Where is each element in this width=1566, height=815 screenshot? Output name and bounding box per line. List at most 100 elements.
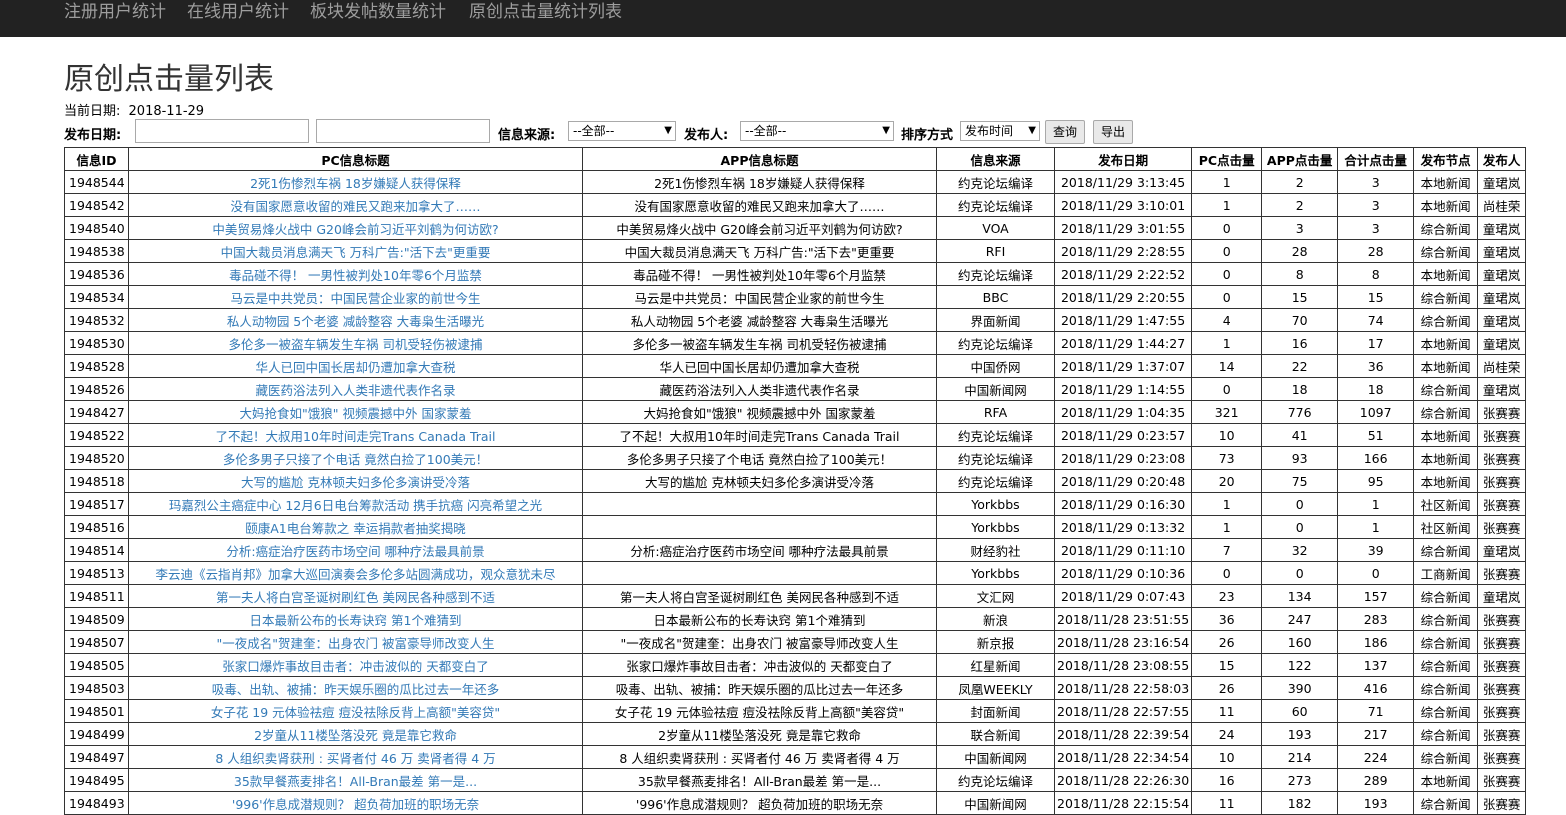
- cell-node: 综合新闻: [1413, 699, 1479, 723]
- cell-pc-title[interactable]: 李云迪《云指肖邦》加拿大巡回演奏会多伦多站圆满成功，观众意犹未尽: [128, 561, 583, 585]
- cell-app-clicks: 390: [1261, 676, 1339, 700]
- cell-pc-title[interactable]: 8 人组织卖肾获刑 : 买肾者付 46 万 卖肾者得 4 万: [128, 745, 583, 769]
- cell-pc-clicks: 7: [1191, 538, 1263, 562]
- cell-pc-title[interactable]: 大妈抢食如"饿狼" 视频震撼中外 国家蒙羞: [128, 400, 583, 424]
- cell-pc-title[interactable]: 分析:癌症治疗医药市场空间 哪种疗法最具前景: [128, 538, 583, 562]
- cell-node: 社区新闻: [1413, 492, 1479, 516]
- cell-publisher: 尚桂荣: [1477, 193, 1527, 217]
- cell-total-clicks: 18: [1337, 377, 1415, 401]
- cell-publisher: 张赛赛: [1477, 423, 1527, 447]
- header-source[interactable]: 信息来源: [936, 147, 1055, 171]
- cell-id: 1948501: [64, 699, 129, 723]
- header-id[interactable]: 信息ID: [64, 147, 129, 171]
- cell-app-title: 中国大裁员消息满天飞 万科广告:"活下去"更重要: [582, 239, 937, 263]
- cell-id: 1948495: [64, 768, 129, 792]
- cell-app-title: 2岁童从11楼坠落没死 竟是靠它救命: [582, 722, 937, 746]
- cell-pc-title[interactable]: 2死1伤惨烈车祸 18岁嫌疑人获得保释: [128, 170, 583, 194]
- cell-node: 本地新闻: [1413, 193, 1479, 217]
- cell-app-clicks: 2: [1261, 193, 1339, 217]
- nav-board-post-count[interactable]: 板块发帖数量统计: [310, 0, 446, 24]
- cell-pc-title[interactable]: 日本最新公布的长寿诀窍 第1个难猜到: [128, 607, 583, 631]
- cell-pc-title[interactable]: 女子花 19 元体验祛痘 痘没祛除反背上高额"美容贷": [128, 699, 583, 723]
- cell-pc-title[interactable]: 了不起！大叔用10年时间走完Trans Canada Trail: [128, 423, 583, 447]
- header-total-clicks[interactable]: 合计点击量: [1337, 147, 1415, 171]
- cell-pc-title[interactable]: 吸毒、出轨、被捕：昨天娱乐圈的瓜比过去一年还多: [128, 676, 583, 700]
- cell-pc-title[interactable]: 多伦多一被盗车辆发生车祸 司机受轻伤被逮捕: [128, 331, 583, 355]
- top-navbar: 注册用户统计 在线用户统计 板块发帖数量统计 原创点击量统计列表: [0, 0, 1566, 37]
- header-app-title[interactable]: APP信息标题: [582, 147, 937, 171]
- cell-source: 界面新闻: [936, 308, 1055, 332]
- export-button[interactable]: 导出: [1093, 120, 1134, 144]
- sort-label: 排序方式: [901, 128, 954, 143]
- cell-source: 约克论坛编译: [936, 262, 1055, 286]
- cell-publisher: 童珺岚: [1477, 262, 1527, 286]
- source-select[interactable]: --全部-- ▼: [568, 121, 676, 141]
- cell-publisher: 童珺岚: [1477, 216, 1527, 240]
- header-publish-date[interactable]: 发布日期: [1053, 147, 1193, 171]
- cell-pc-title[interactable]: 大写的尴尬 克林顿夫妇多伦多演讲受冷落: [128, 469, 583, 493]
- cell-source: 中国新闻网: [936, 791, 1055, 815]
- nav-registered-users[interactable]: 注册用户统计: [64, 0, 166, 24]
- cell-pc-title[interactable]: '996'作息成潜规则？ 超负荷加班的职场无奈: [128, 791, 583, 815]
- cell-pc-title[interactable]: 没有国家愿意收留的难民又跑来加拿大了……: [128, 193, 583, 217]
- cell-app-clicks: 776: [1261, 400, 1339, 424]
- cell-app-clicks: 15: [1261, 285, 1339, 309]
- cell-pc-title[interactable]: 2岁童从11楼坠落没死 竟是靠它救命: [128, 722, 583, 746]
- cell-pc-clicks: 0: [1191, 561, 1263, 585]
- cell-publisher: 张赛赛: [1477, 561, 1527, 585]
- cell-app-title: 张家口爆炸事故目击者：冲击波似的 天都变白了: [582, 653, 937, 677]
- cell-pc-title[interactable]: 35款早餐燕麦排名！All-Bran最差 第一是...: [128, 768, 583, 792]
- cell-pc-title[interactable]: 中国大裁员消息满天飞 万科广告:"活下去"更重要: [128, 239, 583, 263]
- header-pc-clicks[interactable]: PC点击量: [1191, 147, 1263, 171]
- query-button[interactable]: 查询: [1045, 120, 1086, 144]
- cell-pc-title[interactable]: 毒品碰不得！ 一男性被判处10年零6个月监禁: [128, 262, 583, 286]
- cell-pc-title[interactable]: 中美贸易烽火战中 G20峰会前习近平刘鹤为何访欧?: [128, 216, 583, 240]
- cell-source: 中国侨网: [936, 354, 1055, 378]
- cell-pc-title[interactable]: 马云是中共党员：中国民营企业家的前世今生: [128, 285, 583, 309]
- sort-select[interactable]: 发布时间 ▼: [960, 121, 1040, 141]
- cell-node: 综合新闻: [1413, 285, 1479, 309]
- cell-source: 约克论坛编译: [936, 446, 1055, 470]
- cell-pc-title[interactable]: 华人已回中国长居却仍遭加拿大查税: [128, 354, 583, 378]
- cell-total-clicks: 3: [1337, 170, 1415, 194]
- publisher-select[interactable]: --全部-- ▼: [740, 121, 894, 141]
- nav-original-clicks[interactable]: 原创点击量统计列表: [469, 0, 622, 24]
- cell-publish-date: 2018/11/28 22:39:54: [1053, 722, 1193, 746]
- header-node[interactable]: 发布节点: [1413, 147, 1479, 171]
- cell-pc-title[interactable]: 颐康A1电台筹款之 幸运捐款者抽奖揭晓: [128, 515, 583, 539]
- table-row: 1948497 8 人组织卖肾获刑 : 买肾者付 46 万 卖肾者得 4 万8 人…: [64, 745, 1527, 769]
- cell-pc-title[interactable]: 多伦多男子只接了个电话 竟然白捡了100美元！: [128, 446, 583, 470]
- cell-publisher: 童珺岚: [1477, 584, 1527, 608]
- header-pc-title[interactable]: PC信息标题: [128, 147, 583, 171]
- cell-app-title: 8 人组织卖肾获刑 : 买肾者付 46 万 卖肾者得 4 万: [582, 745, 937, 769]
- header-publisher[interactable]: 发布人: [1477, 147, 1527, 171]
- cell-pc-title[interactable]: 第一夫人将白宫圣诞树刷红色 美网民各种感到不适: [128, 584, 583, 608]
- cell-publish-date: 2018/11/28 22:58:03: [1053, 676, 1193, 700]
- cell-app-clicks: 70: [1261, 308, 1339, 332]
- cell-source: 中国新闻网: [936, 745, 1055, 769]
- header-app-clicks[interactable]: APP点击量: [1261, 147, 1339, 171]
- cell-publish-date: 2018/11/29 1:14:55: [1053, 377, 1193, 401]
- nav-online-users[interactable]: 在线用户统计: [187, 0, 289, 24]
- table-row: 1948495 35款早餐燕麦排名！All-Bran最差 第一是... 35款早餐燕…: [64, 768, 1527, 792]
- cell-app-clicks: 28: [1261, 239, 1339, 263]
- cell-pc-title[interactable]: 藏医药浴法列入人类非遗代表作名录: [128, 377, 583, 401]
- cell-id: 1948505: [64, 653, 129, 677]
- cell-app-title: 私人动物园 5个老婆 减龄整容 大毒枭生活曝光: [582, 308, 937, 332]
- cell-pc-title[interactable]: 玛嘉烈公主癌症中心 12月6日电台筹款活动 携手抗癌 闪亮希望之光: [128, 492, 583, 516]
- publish-date-end-input[interactable]: [316, 119, 490, 143]
- cell-pc-clicks: 10: [1191, 423, 1263, 447]
- cell-pc-title[interactable]: 张家口爆炸事故目击者：冲击波似的 天都变白了: [128, 653, 583, 677]
- publish-date-start-input[interactable]: [135, 119, 309, 143]
- cell-publish-date: 2018/11/29 2:20:55: [1053, 285, 1193, 309]
- cell-app-title: 多伦多一被盗车辆发生车祸 司机受轻伤被逮捕: [582, 331, 937, 355]
- cell-source: 中国新闻网: [936, 377, 1055, 401]
- cell-app-clicks: 182: [1261, 791, 1339, 815]
- cell-app-clicks: 214: [1261, 745, 1339, 769]
- cell-source: VOA: [936, 216, 1055, 240]
- cell-pc-title[interactable]: "一夜成名"贺建奎：出身农门 被富豪导师改变人生: [128, 630, 583, 654]
- cell-pc-title[interactable]: 私人动物园 5个老婆 减龄整容 大毒枭生活曝光: [128, 308, 583, 332]
- cell-publisher: 童珺岚: [1477, 538, 1527, 562]
- cell-total-clicks: 157: [1337, 584, 1415, 608]
- cell-pc-clicks: 24: [1191, 722, 1263, 746]
